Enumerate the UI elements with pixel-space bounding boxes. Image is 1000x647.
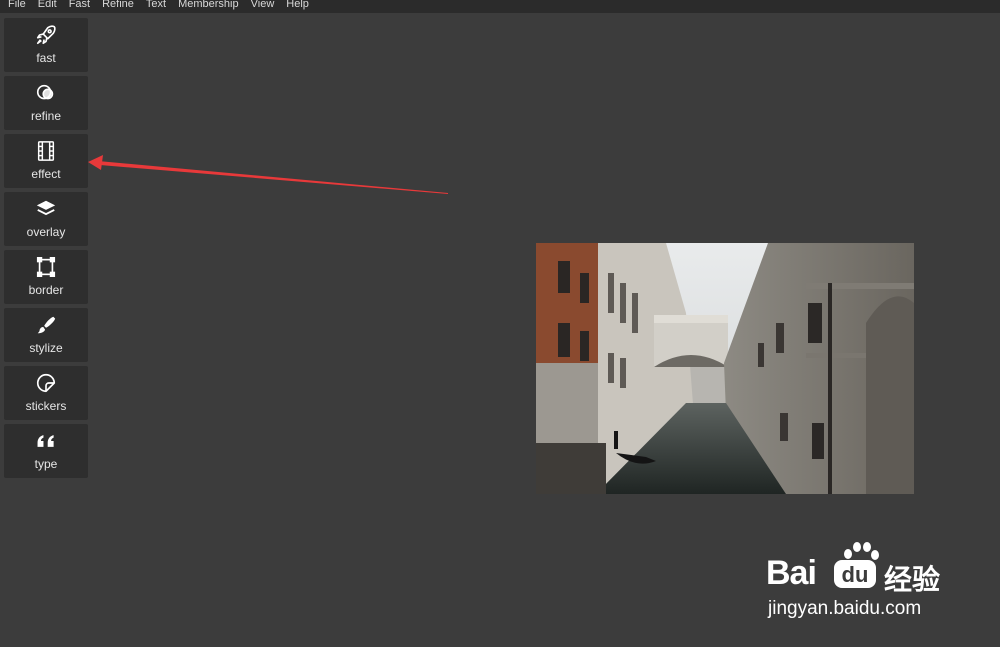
- watermark-brand: Bai: [766, 554, 817, 592]
- frame-icon: [35, 256, 57, 278]
- rocket-icon: [35, 24, 57, 46]
- baidu-watermark: Bai du 经验 jingyan.baidu.com: [766, 540, 956, 630]
- sticker-icon: [35, 372, 57, 394]
- watermark-du-logo: du: [832, 554, 880, 599]
- menu-view[interactable]: View: [251, 0, 275, 11]
- quote-icon: [35, 430, 57, 452]
- tool-stickers-button[interactable]: stickers: [4, 366, 88, 420]
- tool-refine-button[interactable]: refine: [4, 76, 88, 130]
- tool-effect-button[interactable]: effect: [4, 134, 88, 188]
- canvas-photo[interactable]: [536, 243, 914, 494]
- watermark-url: jingyan.baidu.com: [768, 598, 922, 619]
- svg-text:du: du: [842, 562, 869, 587]
- menu-bar: File Edit Fast Refine Text Membership Vi…: [0, 0, 1000, 13]
- menu-file[interactable]: File: [8, 0, 26, 11]
- tool-label: effect: [31, 167, 61, 181]
- venice-canal-image: [536, 243, 914, 494]
- menu-fast[interactable]: Fast: [69, 0, 90, 11]
- brush-icon: [35, 314, 57, 336]
- tool-border-button[interactable]: border: [4, 250, 88, 304]
- tool-label: stickers: [25, 399, 67, 413]
- tool-label: fast: [36, 51, 56, 65]
- tool-label: overlay: [26, 225, 66, 239]
- menu-text[interactable]: Text: [146, 0, 166, 11]
- tool-label: type: [34, 457, 58, 471]
- tool-fast-button[interactable]: fast: [4, 18, 88, 72]
- tool-label: refine: [30, 109, 62, 123]
- tool-stylize-button[interactable]: stylize: [4, 308, 88, 362]
- film-icon: [35, 140, 57, 162]
- tool-sidebar: fast refine effect overlay border styliz…: [4, 18, 88, 482]
- layers-icon: [35, 198, 57, 220]
- tool-overlay-button[interactable]: overlay: [4, 192, 88, 246]
- watermark-cn: 经验: [884, 564, 941, 595]
- menu-help[interactable]: Help: [286, 0, 309, 11]
- menu-membership[interactable]: Membership: [178, 0, 239, 11]
- tool-type-button[interactable]: type: [4, 424, 88, 478]
- circles-icon: [35, 82, 57, 104]
- menu-edit[interactable]: Edit: [38, 0, 57, 11]
- tool-label: stylize: [29, 341, 63, 355]
- menu-refine[interactable]: Refine: [102, 0, 134, 11]
- tool-label: border: [28, 283, 64, 297]
